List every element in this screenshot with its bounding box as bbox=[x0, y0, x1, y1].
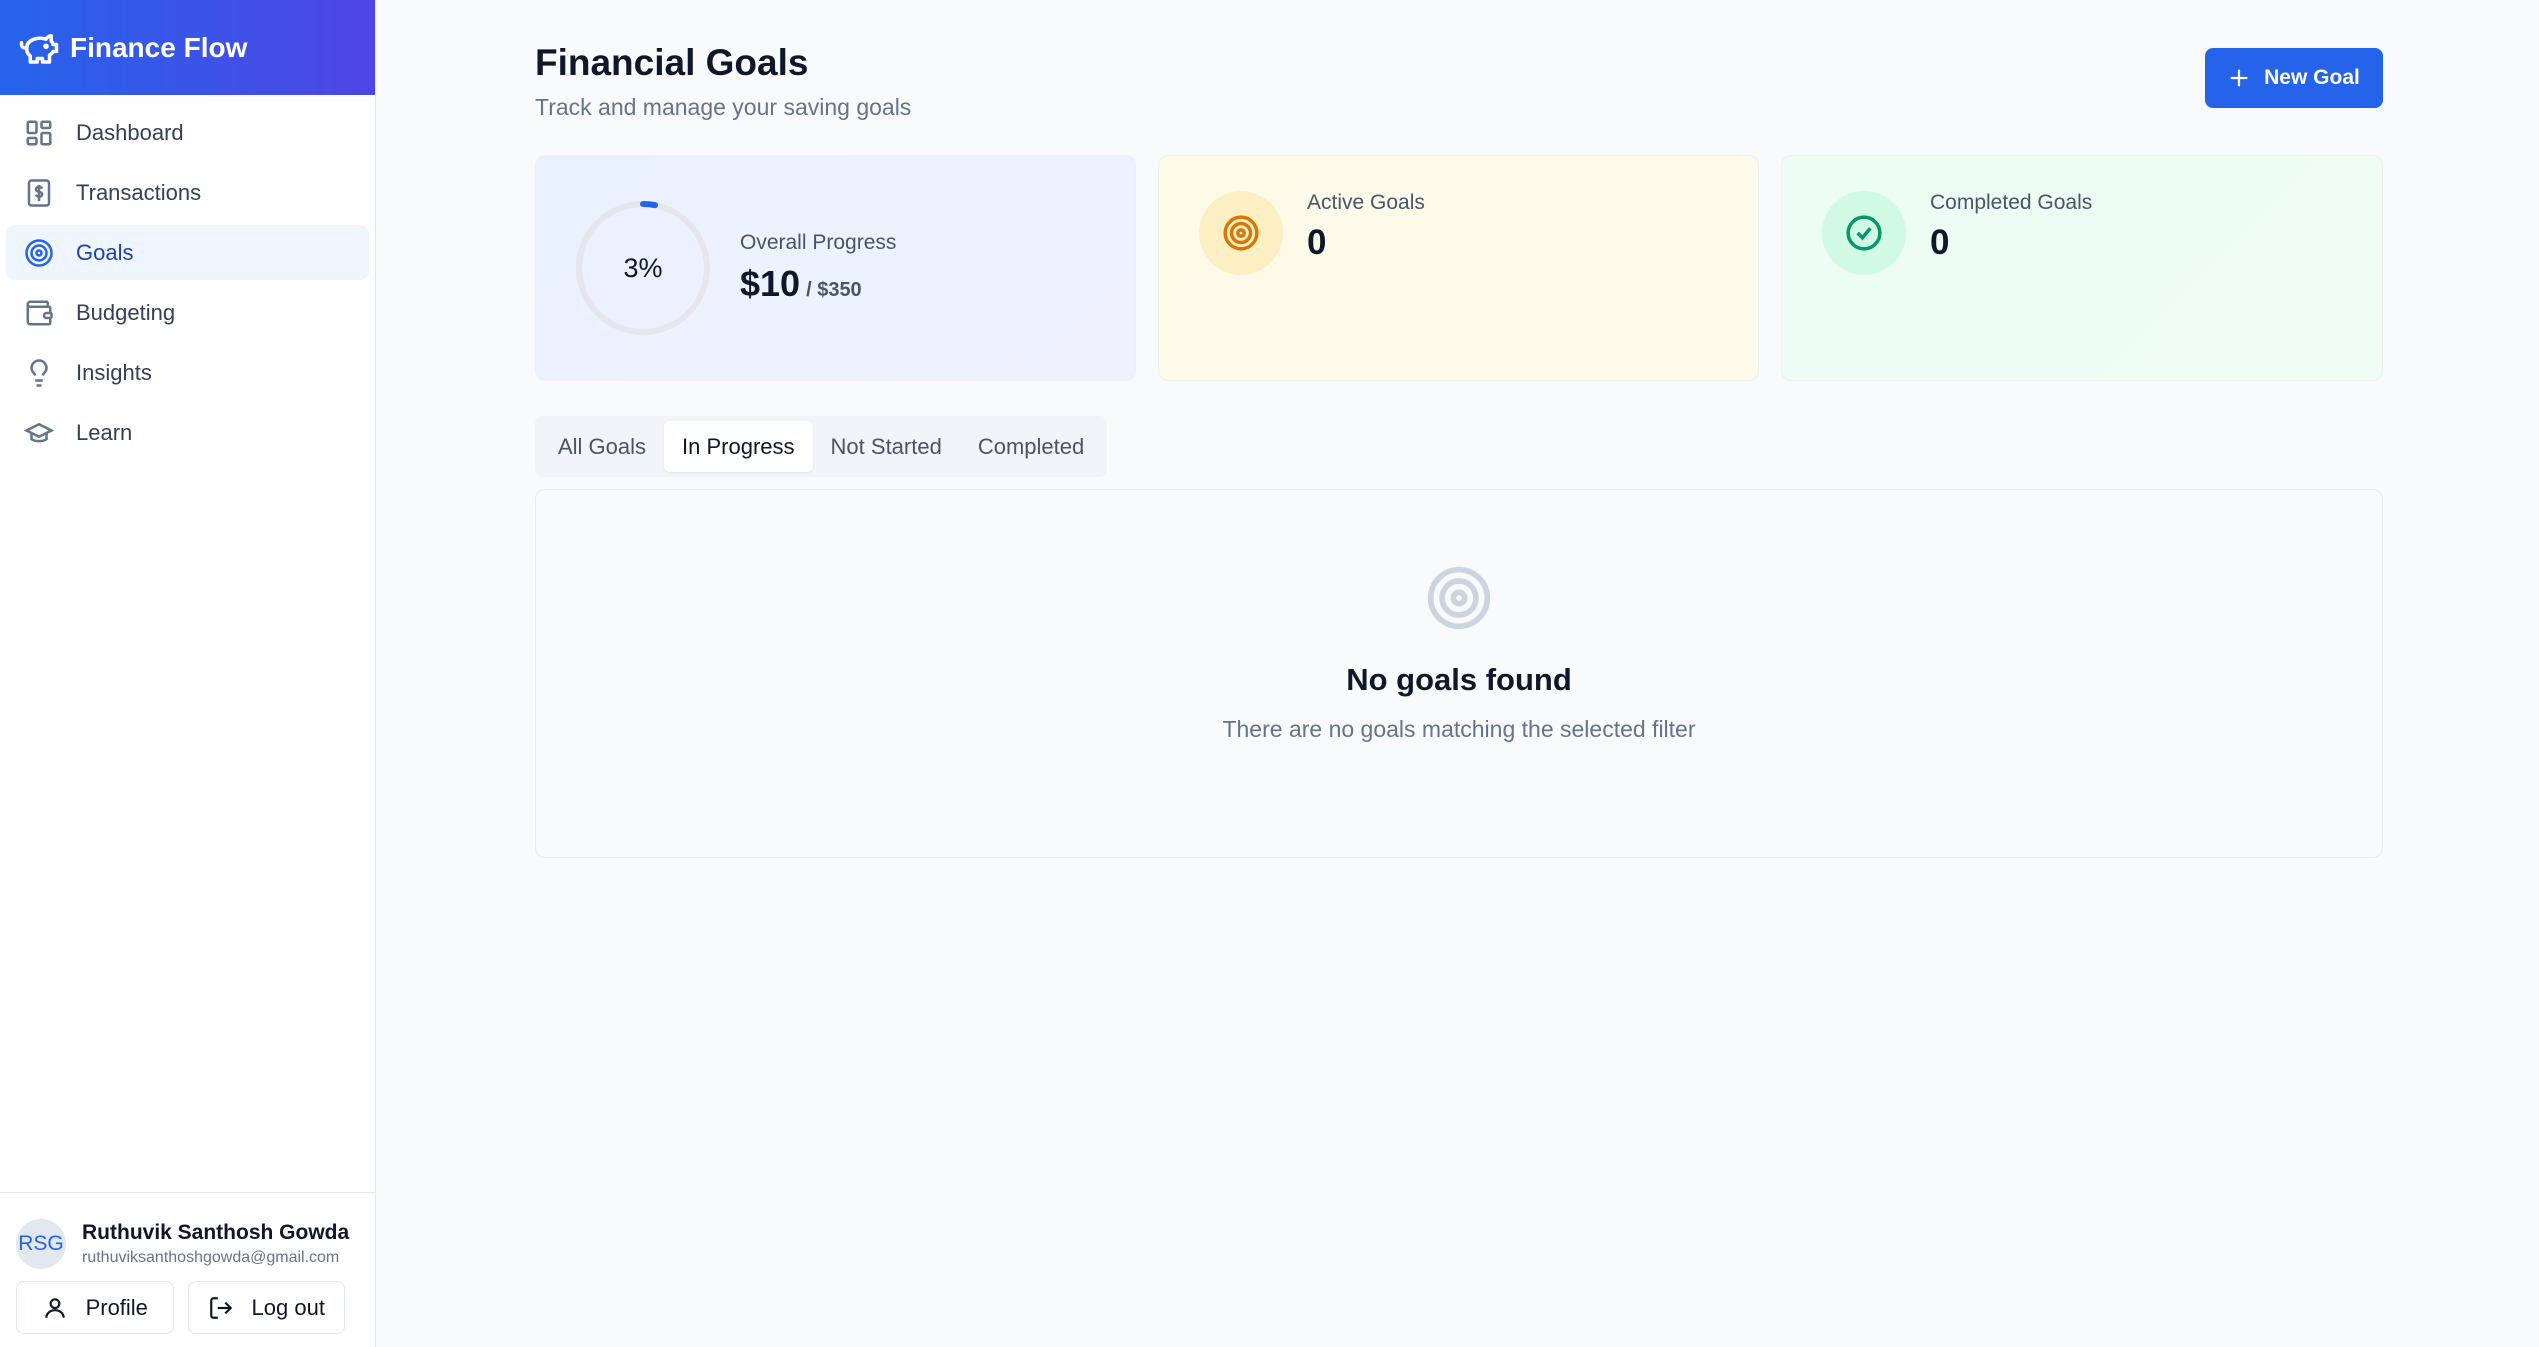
progress-percent: 3% bbox=[623, 252, 663, 283]
plus-icon bbox=[2230, 69, 2248, 87]
completed-goals-card: Completed Goals 0 bbox=[1781, 155, 2383, 381]
progress-ring: 3% bbox=[574, 199, 712, 337]
sidebar-item-budgeting[interactable]: Budgeting bbox=[6, 285, 369, 340]
dollar-receipt-icon bbox=[27, 178, 51, 207]
target-icon bbox=[25, 238, 53, 267]
completed-goals-value: 0 bbox=[1930, 223, 1950, 262]
tab-completed[interactable]: Completed bbox=[960, 421, 1102, 472]
profile-button[interactable]: Profile bbox=[16, 1281, 174, 1334]
logout-icon bbox=[209, 1296, 232, 1319]
new-goal-button[interactable]: New Goal bbox=[2205, 48, 2383, 108]
sidebar-item-transactions[interactable]: Transactions bbox=[6, 165, 369, 220]
user-panel: RSG Ruthuvik Santhosh Gowda ruthuviksant… bbox=[0, 1192, 375, 1347]
sidebar-item-label: Dashboard bbox=[76, 119, 184, 145]
user-name: Ruthuvik Santhosh Gowda bbox=[82, 1221, 350, 1244]
sidebar-item-label: Learn bbox=[76, 419, 133, 445]
overall-progress-amount: $10/ $350 bbox=[740, 263, 896, 305]
sidebar-item-dashboard[interactable]: Dashboard bbox=[6, 105, 369, 160]
empty-state-message: There are no goals matching the selected… bbox=[1222, 716, 1696, 742]
page-header: Financial Goals Track and manage your sa… bbox=[535, 0, 2383, 121]
completed-goals-icon-wrap bbox=[1822, 191, 1906, 275]
sidebar-nav: Dashboard Transactions Goals Budgeting I… bbox=[0, 95, 375, 475]
tab-not-started[interactable]: Not Started bbox=[813, 421, 960, 472]
logout-button[interactable]: Log out bbox=[187, 1281, 345, 1334]
new-goal-button-label: New Goal bbox=[2264, 66, 2360, 89]
empty-state-title: No goals found bbox=[1346, 662, 1572, 697]
tab-in-progress[interactable]: In Progress bbox=[664, 421, 813, 472]
sidebar-item-learn[interactable]: Learn bbox=[6, 405, 369, 460]
wallet-icon bbox=[26, 300, 53, 325]
completed-goals-label: Completed Goals bbox=[1930, 191, 2093, 214]
target-amount: / $350 bbox=[806, 279, 862, 301]
stats-cards: 3% Overall Progress $10/ $350 Active Goa… bbox=[535, 155, 2383, 381]
brand-header[interactable]: Finance Flow bbox=[0, 0, 375, 95]
sidebar-item-label: Budgeting bbox=[76, 299, 176, 325]
grid-icon bbox=[26, 120, 52, 145]
lightbulb-icon bbox=[30, 358, 48, 387]
sidebar-item-label: Transactions bbox=[76, 179, 202, 205]
main-content: Financial Goals Track and manage your sa… bbox=[535, 0, 2383, 858]
active-goals-label: Active Goals bbox=[1307, 191, 1425, 214]
graduation-cap-icon bbox=[24, 422, 54, 442]
logout-button-label: Log out bbox=[251, 1294, 325, 1320]
page-title: Financial Goals bbox=[535, 42, 809, 83]
profile-button-label: Profile bbox=[85, 1294, 148, 1320]
avatar[interactable]: RSG bbox=[16, 1219, 66, 1269]
empty-state: No goals found There are no goals matchi… bbox=[535, 489, 2383, 858]
overall-progress-card: 3% Overall Progress $10/ $350 bbox=[535, 155, 1136, 381]
tab-all-goals[interactable]: All Goals bbox=[540, 421, 664, 472]
sidebar-item-label: Insights bbox=[76, 359, 152, 385]
user-icon bbox=[44, 1297, 65, 1318]
sidebar: Finance Flow Dashboard Transactions Goal… bbox=[0, 0, 376, 1347]
user-email: ruthuviksanthoshgowda@gmail.com bbox=[82, 1249, 340, 1266]
target-icon bbox=[1427, 566, 1491, 630]
sidebar-item-label: Goals bbox=[76, 239, 134, 265]
check-circle-icon bbox=[1846, 215, 1882, 251]
target-icon bbox=[1223, 215, 1259, 251]
sidebar-item-goals[interactable]: Goals bbox=[6, 225, 369, 280]
page-subtitle: Track and manage your saving goals bbox=[535, 94, 912, 120]
active-goals-value: 0 bbox=[1307, 223, 1327, 262]
piggy-bank-icon bbox=[19, 33, 59, 64]
app-name: Finance Flow bbox=[70, 31, 248, 63]
goal-filter-tabs: All Goals In Progress Not Started Comple… bbox=[535, 416, 1108, 477]
current-amount: $10 bbox=[740, 263, 801, 304]
overall-progress-label: Overall Progress bbox=[740, 231, 897, 254]
sidebar-item-insights[interactable]: Insights bbox=[6, 345, 369, 400]
user-actions: Profile Log out bbox=[16, 1281, 359, 1334]
user-info: RSG Ruthuvik Santhosh Gowda ruthuviksant… bbox=[16, 1219, 359, 1269]
active-goals-icon-wrap bbox=[1199, 191, 1283, 275]
active-goals-card: Active Goals 0 bbox=[1158, 155, 1759, 381]
